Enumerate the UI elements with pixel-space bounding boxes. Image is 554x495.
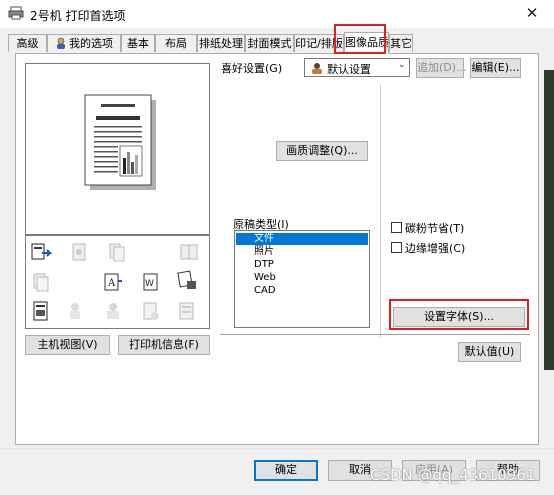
copies-icon [33,273,49,292]
original-type-list[interactable]: 文件 照片 DTP Web CAD [234,230,370,328]
collate-icon [72,243,86,261]
favorites-label: 喜好设置(G) [221,62,283,75]
section-divider [380,84,381,338]
ok-button[interactable]: 确定 [254,460,318,481]
favorites-icon [312,63,322,74]
tab-basic[interactable]: 基本 [121,34,155,52]
edit-favorite-button[interactable]: 编辑(E)... [470,58,521,78]
scan-page-icon [179,302,194,320]
close-icon: ✕ [525,4,539,22]
tab-stamp-layout[interactable]: 印记/排版 [294,34,344,52]
tab-my-options[interactable]: 我的选项 [47,34,121,52]
edge-enhance-label: 边缘增强(C) [405,242,466,255]
toner-save-label: 碳粉节省(T) [405,222,465,235]
chevron-down-icon: ⌄ [398,60,406,70]
tab-cover-mode[interactable]: 封面模式 [245,34,294,52]
printer-icon [8,6,24,20]
main-view-button[interactable]: 主机视图(V) [25,335,110,355]
printer-info-button[interactable]: 打印机信息(F) [118,335,210,355]
list-item-cad[interactable]: CAD [236,285,368,297]
close-button[interactable]: ✕ [518,2,546,24]
watermark-text: CSDN @qq_43610961 [370,466,536,484]
user-auth-icon [70,303,80,319]
user-icon [57,37,65,49]
font-a-icon[interactable]: A [102,271,124,293]
favorites-selected: 默认设置 [327,63,371,76]
form-overlay-icon [143,302,159,320]
default-button[interactable]: 默认值(U) [458,342,521,362]
account-track-icon [107,303,119,319]
print-security-icon[interactable] [176,269,198,291]
booklet-icon [180,244,198,260]
font-settings-button[interactable]: 设置字体(S)... [393,307,525,327]
tab-other[interactable]: 其它 [389,34,413,52]
list-item-photo[interactable]: 照片 [236,246,368,258]
tab-advanced[interactable]: 高级 [8,34,47,52]
tab-paper-output[interactable]: 排纸处理 [197,34,245,52]
tab-bar: 高级 我的选项 基本 布局 排纸处理 封面模式 印记/排版 图像品质 其它 [8,32,554,54]
favorites-select[interactable]: 默认设置 ⌄ [304,58,410,77]
duplex-icon [109,243,125,262]
tab-layout[interactable]: 布局 [155,34,197,52]
document-preview-image [84,94,156,190]
tab-image-quality[interactable]: 图像品质 [344,32,389,54]
list-item-dtp[interactable]: DTP [236,259,368,271]
svg-text:A: A [107,278,116,289]
list-item-web[interactable]: Web [236,272,368,284]
toner-save-checkbox[interactable] [391,222,402,233]
watermark-w-icon[interactable]: W [140,271,162,293]
footer-divider [0,448,554,449]
list-item-document[interactable]: 文件 [236,233,368,245]
page-preview [25,63,210,235]
document-list-icon[interactable] [30,300,52,322]
function-icon-panel: A W [25,235,210,329]
add-favorite-button[interactable]: 追加(D)... [416,58,467,78]
separator-line [220,334,530,335]
quality-adjust-button[interactable]: 画质调整(Q)... [276,141,368,161]
background-desktop-strip [544,70,554,370]
svg-text:W: W [145,279,154,289]
output-tray-icon[interactable] [30,241,52,263]
edge-enhance-checkbox[interactable] [391,242,402,253]
title-bar: 2号机 打印首选项 ✕ [0,0,554,28]
window-title: 2号机 打印首选项 [30,9,126,23]
